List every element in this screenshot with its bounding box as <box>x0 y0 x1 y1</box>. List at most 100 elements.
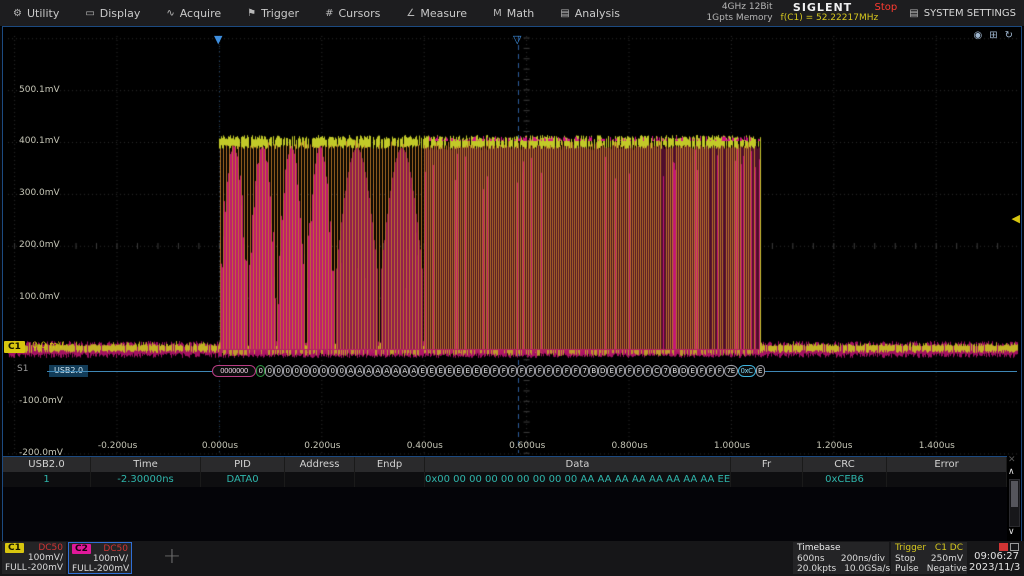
decode-capsule: F <box>562 365 571 377</box>
menu-item-cursors[interactable]: #Cursors <box>312 0 393 26</box>
menu-item-label: Measure <box>420 7 467 20</box>
y-axis-label: 400.1mV <box>19 136 60 146</box>
decode-capsule: A <box>400 365 409 377</box>
decode-table-header: USB2.0TimePIDAddressEndpDataFrCRCError <box>3 457 1007 472</box>
y-axis-label: 500.1mV <box>19 85 60 95</box>
channel1-descriptor[interactable]: C1 DC50 100mV/ FULL -200mV <box>2 542 66 574</box>
channel1-zero-label: 0.0 mV <box>32 341 64 351</box>
decode-capsule: B <box>670 365 679 377</box>
x-axis-label: 1.000us <box>700 441 764 451</box>
timebase-scale: 200ns/div <box>841 554 885 565</box>
menu-item-display[interactable]: ▭Display <box>72 0 153 26</box>
scroll-up-icon[interactable]: ∧ <box>1008 467 1015 477</box>
trigger-position-marker[interactable]: ▼ <box>214 35 222 45</box>
decode-capsule: A <box>346 365 355 377</box>
table-scrollbar: ✕ ∧ ∨ <box>1007 457 1021 541</box>
trigger-level: 250mV <box>931 554 963 565</box>
trigger-level-marker[interactable]: ◀ <box>1012 213 1020 224</box>
decode-capsule: F <box>535 365 544 377</box>
decode-capsule: 0 <box>256 365 265 377</box>
acquisition-status: Stop <box>875 2 898 13</box>
add-channel-button[interactable]: + <box>152 544 192 572</box>
math-icon: M <box>493 8 502 19</box>
channel2-descriptor[interactable]: C2 DC50 100mV/ FULL -200mV <box>68 542 132 574</box>
decode-table-row[interactable]: 1-2.30000nsDATA00x00 00 00 00 00 00 00 0… <box>3 472 1007 487</box>
channel1-bandwidth: FULL <box>5 563 27 573</box>
status-bar: C1 DC50 100mV/ FULL -200mV C2 DC50 100mV… <box>0 541 1024 576</box>
content-frame: ◉ ⊞ ↻ 500.1mV400.1mV300.0mV200.0mV100.0m… <box>2 26 1022 542</box>
menu-item-label: Analysis <box>575 7 620 20</box>
menu-item-measure[interactable]: ∠Measure <box>393 0 480 26</box>
clock-date: 2023/11/3 <box>969 562 1019 573</box>
channel2-offset: -200mV <box>94 564 129 574</box>
column-header-endp: Endp <box>355 457 425 472</box>
table-cell: DATA0 <box>201 472 285 487</box>
decode-capsule: E <box>607 365 616 377</box>
network-status-icons <box>969 543 1019 551</box>
decode-capsule: E <box>472 365 481 377</box>
gear-icon: ⚙ <box>13 8 22 19</box>
scrollbar-track[interactable] <box>1009 479 1020 527</box>
table-cell <box>731 472 803 487</box>
menu-item-acquire[interactable]: ∿Acquire <box>153 0 234 26</box>
column-header-data: Data <box>425 457 731 472</box>
y-axis-label: 200.0mV <box>19 240 60 250</box>
trigger-slope: Negative <box>927 564 967 575</box>
channel1-badge: C1 <box>5 543 24 553</box>
decode-capsule: F <box>544 365 553 377</box>
menu-item-math[interactable]: MMath <box>480 0 547 26</box>
close-icon[interactable]: ✕ <box>1008 455 1016 465</box>
menu-item-label: Acquire <box>180 7 221 20</box>
channel2-coupling: DC50 <box>103 544 128 554</box>
x-axis-label: 0.800us <box>598 441 662 451</box>
waveform-canvas[interactable] <box>6 28 1020 455</box>
timebase-samplerate: 10.0GSa/s <box>844 564 890 575</box>
decode-capsule: E <box>454 365 463 377</box>
x-axis-label: 1.400us <box>905 441 969 451</box>
decode-capsule: F <box>526 365 535 377</box>
trigger-source: C1 DC <box>935 543 963 554</box>
menu-item-label: Display <box>100 7 141 20</box>
x-axis-label: 0.600us <box>495 441 559 451</box>
scrollbar-thumb[interactable] <box>1011 481 1018 507</box>
specs-bandwidth: 4GHz 12Bit <box>706 2 772 13</box>
timebase-descriptor[interactable]: Timebase 600ns 200ns/div 20.0kpts 10.0GS… <box>793 542 889 574</box>
x-axis-label: 0.200us <box>290 441 354 451</box>
channel1-zero-badge[interactable]: C1 <box>4 341 25 353</box>
channel2-badge: C2 <box>72 544 91 554</box>
screenshot-camera-icon[interactable]: ◉ <box>973 30 982 41</box>
y-axis-label: 100.0mV <box>19 292 60 302</box>
table-cell <box>887 472 1007 487</box>
column-header-fr: Fr <box>731 457 803 472</box>
decode-capsule: F <box>643 365 652 377</box>
clock-time: 09:06:27 <box>969 551 1019 562</box>
lan-alert-icon <box>999 543 1008 551</box>
table-cell: 0xCEB6 <box>803 472 887 487</box>
flag-icon: ⚑ <box>247 8 256 19</box>
column-header-address: Address <box>285 457 355 472</box>
expand-view-icon[interactable]: ⊞ <box>989 30 997 41</box>
decode-capsule: E <box>463 365 472 377</box>
x-axis-label: 0.400us <box>393 441 457 451</box>
decode-capsule: E <box>418 365 427 377</box>
decode-capsule: F <box>517 365 526 377</box>
scroll-down-icon[interactable]: ∨ <box>1008 527 1015 537</box>
trigger-descriptor[interactable]: Trigger C1 DC Stop 250mV Pulse Negative <box>891 542 967 574</box>
menu-bar: ⚙ Utility ▭Display∿Acquire⚑Trigger#Cursors… <box>0 0 1024 27</box>
menu-item-label: Utility <box>27 7 59 20</box>
specs-memory: 1Gpts Memory <box>706 13 772 24</box>
table-cell <box>355 472 425 487</box>
menu-item-analysis[interactable]: ▤Analysis <box>547 0 633 26</box>
system-settings-button[interactable]: ▤ SYSTEM SETTINGS <box>909 8 1016 19</box>
decode-capsule: 0 <box>283 365 292 377</box>
refresh-icon[interactable]: ↻ <box>1005 30 1013 41</box>
menu-item-utility[interactable]: ⚙ Utility <box>0 0 72 26</box>
trigger-mode: Stop <box>895 554 915 565</box>
x-axis-label: 1.200us <box>802 441 866 451</box>
delay-reference-marker[interactable]: ▽ <box>513 35 521 45</box>
decode-capsule: 0xC <box>738 365 756 377</box>
menu-item-trigger[interactable]: ⚑Trigger <box>234 0 312 26</box>
decode-capsule: F <box>553 365 562 377</box>
waveform-plot[interactable]: ◉ ⊞ ↻ 500.1mV400.1mV300.0mV200.0mV100.0m… <box>3 27 1021 456</box>
decode-capsule: 0 <box>301 365 310 377</box>
